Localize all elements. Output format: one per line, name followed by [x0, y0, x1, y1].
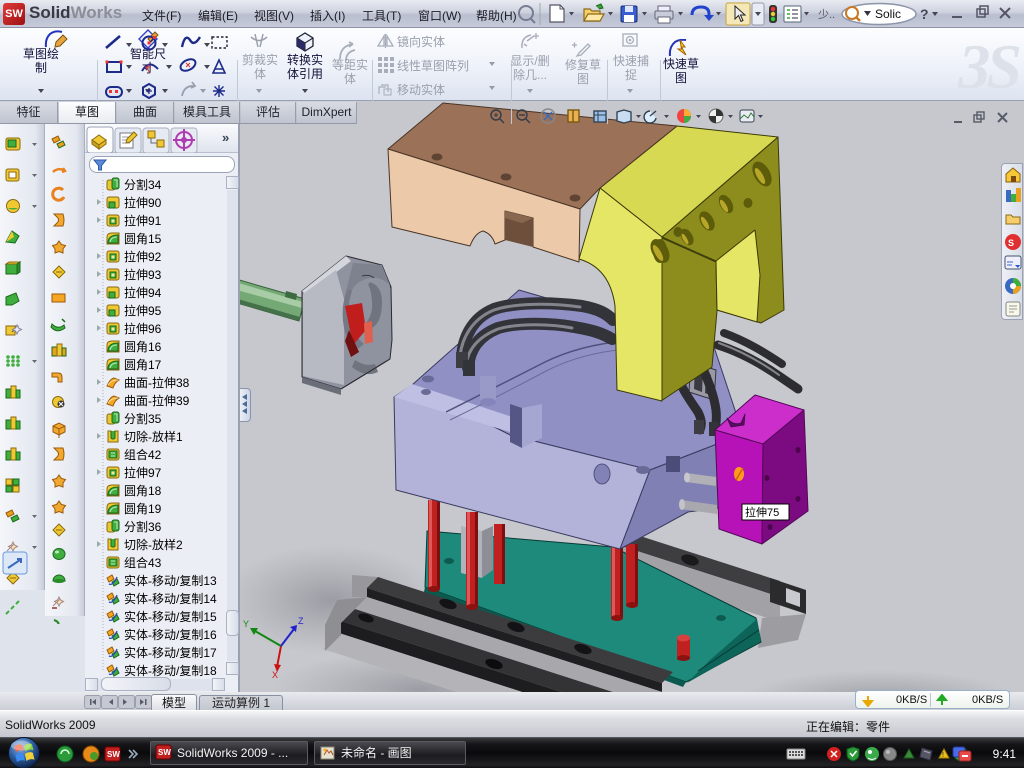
svg-text:Z: Z — [298, 616, 304, 626]
svg-text:拉伸75: 拉伸75 — [745, 505, 779, 519]
svg-text:少..: 少.. — [818, 8, 835, 21]
svg-text:SW: SW — [158, 748, 171, 757]
svg-text:?: ? — [920, 6, 929, 22]
svg-text:Solic: Solic — [875, 7, 901, 21]
svg-text:Y: Y — [243, 619, 249, 629]
svg-text:SW: SW — [107, 750, 120, 759]
svg-text:X: X — [272, 670, 278, 680]
svg-text:S: S — [1008, 238, 1014, 248]
svg-text:!: ! — [942, 752, 944, 759]
